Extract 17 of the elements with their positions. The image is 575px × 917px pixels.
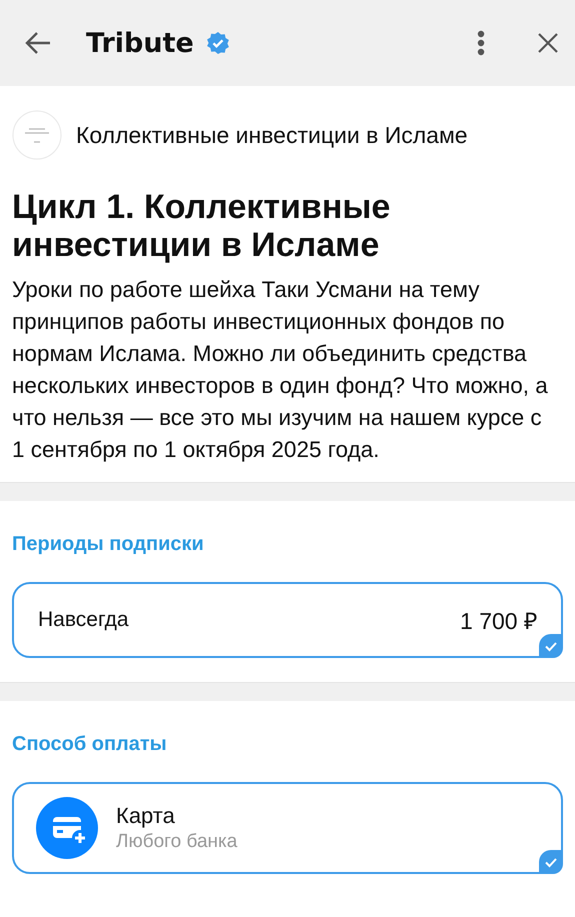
product-title: Цикл 1. Коллективные инвестиции в Исламе [12,188,392,264]
plan-option[interactable]: Навсегда 1 700 ₽ [12,582,563,658]
section-heading: Периоды подписки [12,533,205,556]
payment-option[interactable]: Карта Любого банка [12,782,563,874]
payment-sublabel: Любого банка [116,831,238,853]
more-icon [477,30,485,56]
plan-label: Навсегда [38,608,130,632]
channel-avatar-icon [12,110,62,160]
card-icon [36,797,98,859]
channel-name: Коллективные инвестиции в Исламе [76,122,468,148]
payment-label: Карта [116,803,176,829]
window-title: Tribute [86,28,194,58]
back-icon [24,31,52,55]
product-description: Уроки по работе шейха Таки Усмани на тему принципов работы инвестиционных фондов по нормам Ислама. Можно ли объединить средства нескольких инвесторов в один фонд? Что можно, а что нельзя — все это мы изучим на нашем курсе с 1 сентября по 1 октября 2025 года. [12,276,549,464]
plan-price: 1 700 ₽ [460,607,537,636]
close-icon [537,32,559,54]
section-heading: Способ оплаты [12,733,168,756]
